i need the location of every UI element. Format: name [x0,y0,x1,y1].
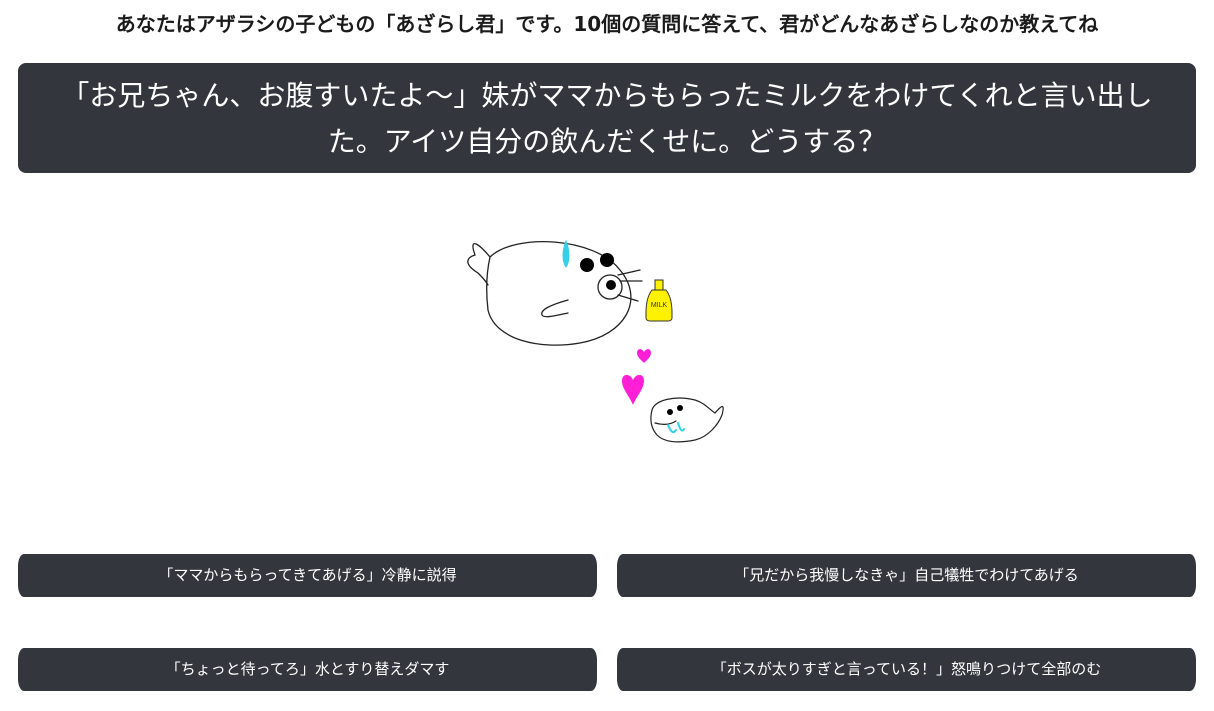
big-seal-figure [467,241,643,346]
question-panel: 「お兄ちゃん、お腹すいたよ～」妹がママからもらったミルクをわけてくれと言い出した… [18,63,1196,173]
milk-label: MILK [651,302,668,309]
answer-button-4[interactable]: 「ボスが太りすぎと言っている！」怒鳴りつけて全部のむ [617,648,1196,691]
answer-button-3[interactable]: 「ちょっと待ってろ」水とすり替えダマす [18,648,597,691]
sweat-drop-icon [562,239,570,268]
small-seal-eyes [667,405,683,415]
answer-button-2[interactable]: 「兄だから我慢しなきゃ」自己犠牲でわけてあげる [617,554,1196,597]
quiz-intro-text: あなたはアザラシの子どもの「あざらし君」です。10個の質問に答えて、君がどんなあ… [115,12,1099,36]
answer-button-1[interactable]: 「ママからもらってきてあげる」冷静に説得 [18,554,597,597]
answer-label: 「ママからもらってきてあげる」冷静に説得 [158,566,457,584]
milk-bottle-icon: MILK [645,279,673,322]
small-seal-figure [650,397,724,443]
question-text: 「お兄ちゃん、お腹すいたよ～」妹がママからもらったミルクをわけてくれと言い出した… [61,79,1153,158]
answer-label: 「ボスが太りすぎと言っている！」怒鳴りつけて全部のむ [711,660,1102,678]
answer-label: 「ちょっと待ってろ」水とすり替えダマす [165,660,450,678]
answer-label: 「兄だから我慢しなきゃ」自己犠牲でわけてあげる [734,566,1079,584]
seal-illustration: MILK [467,239,724,443]
small-seal-body [650,397,724,443]
big-seal-flipper [541,299,569,318]
heart-icon [622,374,644,405]
heart-icon [637,349,651,363]
drool-icon [667,422,685,434]
small-seal-mouth [654,420,677,425]
